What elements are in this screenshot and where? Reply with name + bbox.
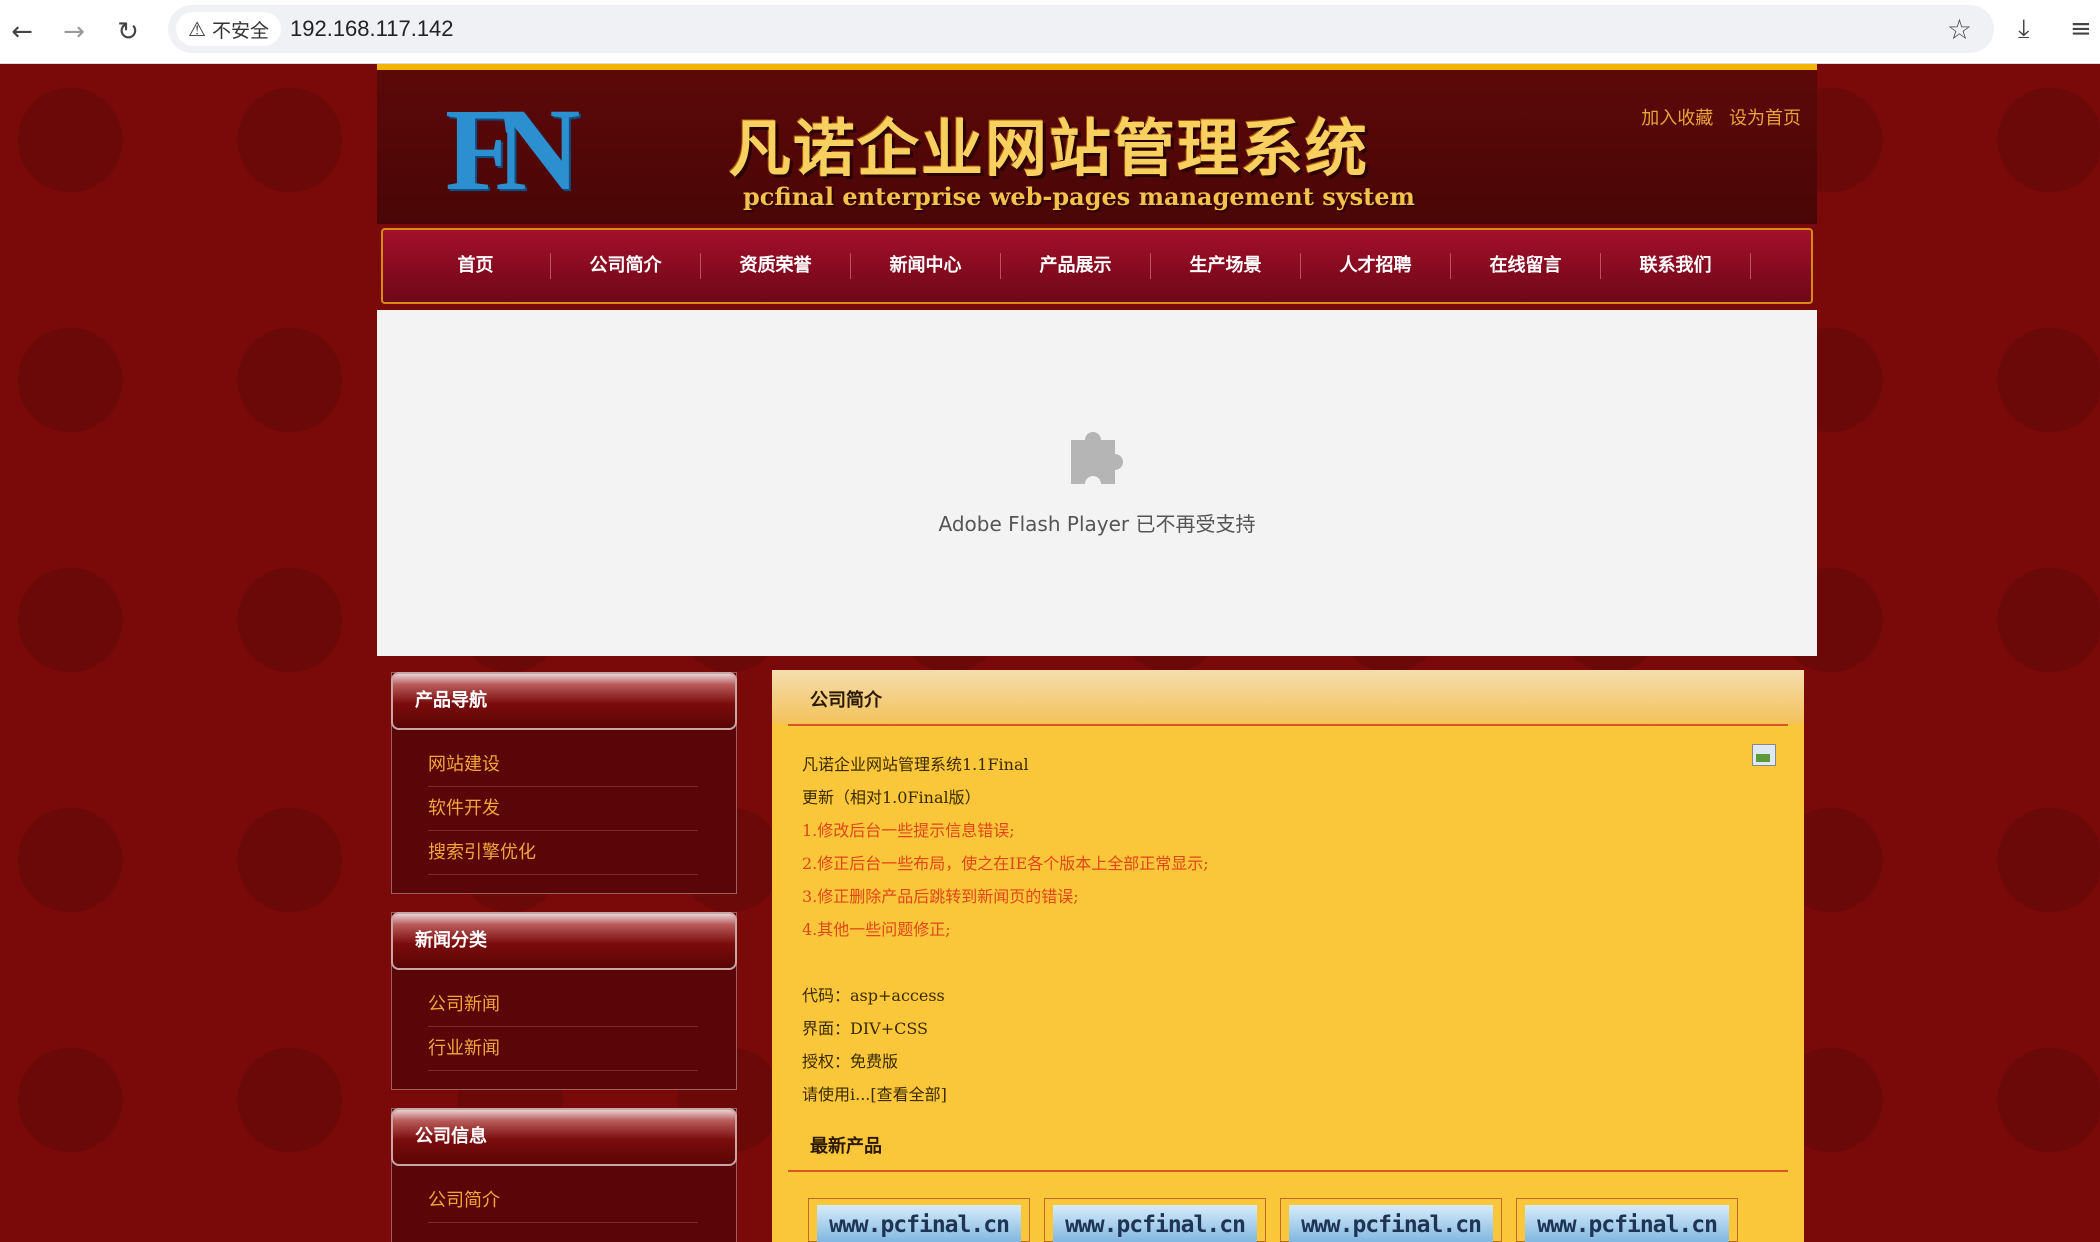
- product-nav-box: 产品导航 网站建设 软件开发 搜索引擎优化: [391, 672, 737, 894]
- nav-item-contact[interactable]: 联系我们: [1601, 253, 1751, 279]
- about-line: 凡诺企业网站管理系统1.1Final: [802, 755, 1029, 774]
- about-line: 4.其他一些问题修正;: [802, 920, 951, 939]
- nav-item-products[interactable]: 产品展示: [1001, 253, 1151, 279]
- nav-item-news[interactable]: 新闻中心: [851, 253, 1001, 279]
- security-label: 不安全: [211, 19, 269, 42]
- news-category-title: 新闻分类: [391, 912, 737, 970]
- flash-placeholder[interactable]: Adobe Flash Player 已不再受支持: [377, 310, 1817, 656]
- site-page: FN 凡诺企业网站管理系统 pcfinal enterprise web-pag…: [377, 64, 1817, 1242]
- side-link-seo[interactable]: 搜索引擎优化: [428, 831, 698, 875]
- address-bar[interactable]: ⚠ 不安全 192.168.117.142 ☆: [168, 5, 1994, 53]
- about-line: 界面：DIV+CSS: [802, 1019, 928, 1038]
- flash-message: Adobe Flash Player 已不再受支持: [938, 512, 1256, 536]
- news-category-box: 新闻分类 公司新闻 行业新闻: [391, 912, 737, 1090]
- security-chip[interactable]: ⚠ 不安全: [176, 12, 281, 46]
- latest-products-title: 最新产品: [810, 1136, 882, 1157]
- company-info-title: 公司信息: [391, 1108, 737, 1166]
- product-thumb[interactable]: www.pcfinal.cn: [1280, 1198, 1502, 1242]
- about-header: 公司简介: [772, 670, 1804, 724]
- set-homepage-link[interactable]: 设为首页: [1729, 108, 1801, 129]
- back-icon[interactable]: ←: [4, 14, 40, 50]
- company-info-box: 公司信息 公司简介: [391, 1108, 737, 1242]
- warning-icon: ⚠: [188, 17, 206, 41]
- nav-item-about[interactable]: 公司简介: [551, 253, 701, 279]
- add-favorite-link[interactable]: 加入收藏: [1641, 108, 1713, 129]
- about-line: [802, 946, 1209, 979]
- product-caption: www.pcfinal.cn: [817, 1205, 1021, 1242]
- side-link-company-profile[interactable]: 公司简介: [428, 1179, 698, 1223]
- about-line: 1.修改后台一些提示信息错误;: [802, 821, 1015, 840]
- nav-item-honors[interactable]: 资质荣誉: [701, 253, 851, 279]
- product-thumb[interactable]: www.pcfinal.cn: [1516, 1198, 1738, 1242]
- about-line: 授权：免费版: [802, 1052, 899, 1071]
- side-link-web-build[interactable]: 网站建设: [428, 743, 698, 787]
- site-subtitle: pcfinal enterprise web-pages management …: [743, 182, 1415, 211]
- browser-toolbar: ← → ↻ ⚠ 不安全 192.168.117.142 ☆ ⤓ ≡: [0, 0, 2100, 64]
- download-icon[interactable]: ⤓: [2018, 14, 2030, 45]
- product-caption: www.pcfinal.cn: [1289, 1205, 1493, 1242]
- main-content: 公司简介 凡诺企业网站管理系统1.1Final 更新（相对1.0Final版） …: [772, 670, 1804, 1242]
- forward-icon[interactable]: →: [56, 14, 92, 50]
- reading-list-icon[interactable]: ≡: [2070, 14, 2092, 44]
- about-line: 2.修正后台一些布局，使之在IE各个版本上全部正常显示;: [802, 854, 1209, 873]
- latest-products-header: 最新产品: [772, 1124, 1804, 1164]
- broken-image-icon: [1752, 744, 1776, 766]
- about-line: 更新（相对1.0Final版）: [802, 788, 981, 807]
- top-links: 加入收藏 设为首页: [1631, 104, 1801, 130]
- logo-mark[interactable]: FN: [445, 88, 615, 212]
- nav-item-guestbook[interactable]: 在线留言: [1451, 253, 1601, 279]
- divider: [788, 724, 1788, 726]
- puzzle-icon: [1071, 432, 1123, 484]
- about-title: 公司简介: [810, 690, 882, 711]
- site-header: FN 凡诺企业网站管理系统 pcfinal enterprise web-pag…: [377, 64, 1817, 224]
- nav-item-production[interactable]: 生产场景: [1151, 253, 1301, 279]
- about-line: 代码：asp+access: [802, 986, 945, 1005]
- product-caption: www.pcfinal.cn: [1525, 1205, 1729, 1242]
- divider: [788, 1170, 1788, 1172]
- url-text[interactable]: 192.168.117.142: [290, 16, 454, 42]
- product-nav-title: 产品导航: [391, 672, 737, 730]
- side-link-industry-news[interactable]: 行业新闻: [428, 1027, 698, 1071]
- star-icon[interactable]: ☆: [1947, 13, 1972, 46]
- view-all-link[interactable]: 请使用i...[查看全部]: [802, 1078, 1209, 1111]
- about-text: 凡诺企业网站管理系统1.1Final 更新（相对1.0Final版） 1.修改后…: [802, 748, 1209, 1111]
- product-thumb[interactable]: www.pcfinal.cn: [1044, 1198, 1266, 1242]
- nav-item-home[interactable]: 首页: [401, 253, 551, 279]
- product-thumb[interactable]: www.pcfinal.cn: [808, 1198, 1030, 1242]
- side-link-company-news[interactable]: 公司新闻: [428, 983, 698, 1027]
- nav-item-jobs[interactable]: 人才招聘: [1301, 253, 1451, 279]
- product-list: www.pcfinal.cn www.pcfinal.cn www.pcfina…: [808, 1198, 1752, 1242]
- side-link-software[interactable]: 软件开发: [428, 787, 698, 831]
- about-line: 3.修正删除产品后跳转到新闻页的错误;: [802, 887, 1079, 906]
- product-caption: www.pcfinal.cn: [1053, 1205, 1257, 1242]
- main-navbar: 首页 公司简介 资质荣誉 新闻中心 产品展示 生产场景 人才招聘 在线留言 联系…: [381, 228, 1813, 304]
- site-title: 凡诺企业网站管理系统: [729, 112, 1370, 185]
- reload-icon[interactable]: ↻: [110, 14, 146, 50]
